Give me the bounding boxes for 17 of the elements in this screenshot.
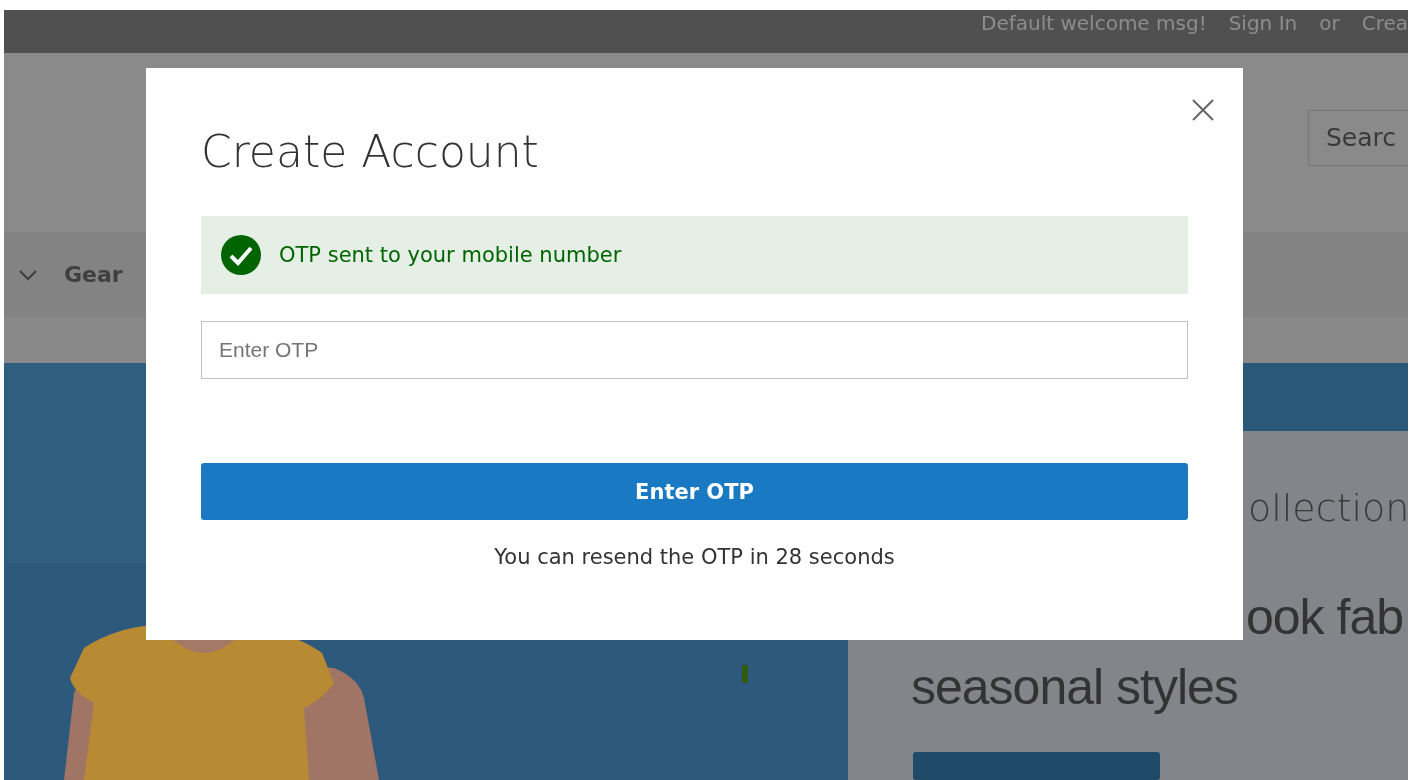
close-icon[interactable] [1191,98,1215,122]
hero-headline: ook fab [1245,588,1404,648]
hero-subtitle: ollection [1247,486,1408,531]
hero-headline: seasonal styles [910,658,1239,718]
otp-input-field[interactable]: Enter OTP [201,321,1188,379]
resend-note: You can resend the OTP in 28 seconds [493,544,896,571]
check-circle-icon [221,235,261,275]
chevron-down-icon[interactable] [18,268,38,281]
search-field[interactable]: Searc [1308,110,1408,166]
submit-button[interactable]: Enter OTP [201,463,1188,520]
success-message: OTP sent to your mobile number [201,216,1188,294]
or-text: or [1319,10,1340,36]
create-account-link[interactable]: Crea [1361,10,1408,36]
modal-title: Create Account [201,125,540,179]
nav-item[interactable]: Gear [64,262,123,287]
welcome-message: Default welcome msg! [981,10,1207,36]
sign-in-link[interactable]: Sign In [1228,10,1298,36]
